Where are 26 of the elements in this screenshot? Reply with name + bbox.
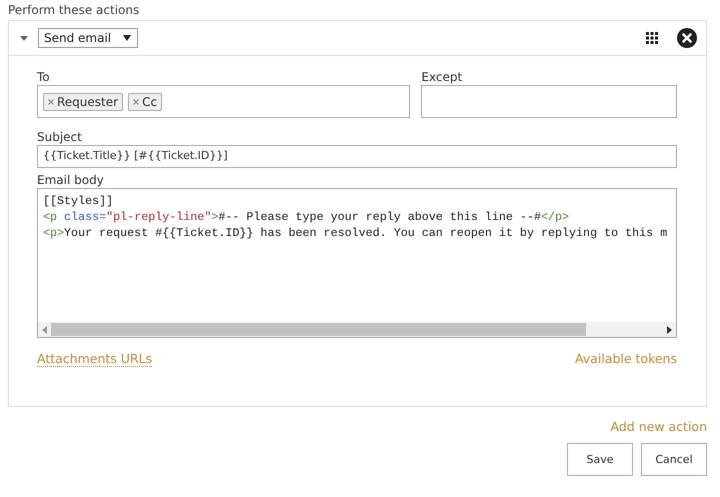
scroll-left-icon[interactable] [42, 326, 47, 334]
remove-icon[interactable] [133, 98, 140, 104]
recipient-tag[interactable]: Requester [43, 92, 124, 110]
code-line: <p>Your request #{{Ticket.ID}} has been resolved. You can reopen it by replying to this m [43, 225, 668, 241]
except-field[interactable] [421, 85, 677, 118]
dialog-button[interactable]: Save [567, 443, 633, 476]
to-label: To [37, 70, 51, 84]
scroll-right-icon[interactable] [667, 326, 672, 334]
section-title: Perform these actions [8, 3, 140, 17]
email-body-label: Email body [37, 173, 105, 187]
drag-handle-icon[interactable] [645, 31, 659, 45]
to-field[interactable]: Requester Cc [37, 85, 410, 118]
close-icon[interactable] [677, 28, 697, 48]
subject-field[interactable]: {{Ticket.Title}} [#{{Ticket.ID}}] [37, 145, 677, 168]
email-body-editor[interactable]: [[Styles]] <p class="pl-reply-line">#-- Please type your reply above this line --#</p> <p>Your request #{{Ticket.ID}} has been resolved. You can reopen it by replying to this m [37, 188, 677, 338]
caret-icon [123, 35, 132, 41]
caret-icon[interactable] [20, 36, 28, 40]
horizontal-scrollbar[interactable] [38, 322, 676, 337]
remove-icon[interactable] [48, 98, 54, 104]
subject-label: Subject [37, 130, 83, 144]
except-label: Except [421, 70, 464, 84]
action-type-dropdown[interactable]: Send email [38, 28, 138, 48]
code-line: <p class="pl-reply-line">#-- Please type your reply above this line --#</p> [43, 209, 570, 225]
code-line: [[Styles]] [43, 193, 114, 209]
recipient-tag[interactable]: Cc [128, 92, 162, 110]
dialog-button[interactable]: Cancel [641, 443, 707, 476]
